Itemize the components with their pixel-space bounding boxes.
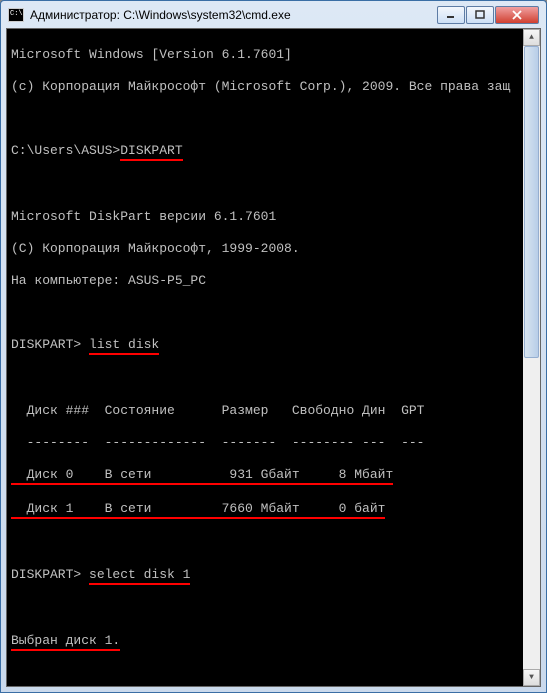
window-chrome: Администратор: C:\Windows\system32\cmd.e… [0, 0, 547, 693]
line: DISKPART> select disk 1 [11, 567, 519, 585]
prompt: DISKPART> [11, 337, 89, 352]
maximize-icon [475, 10, 485, 20]
vertical-scrollbar[interactable]: ▲ ▼ [523, 29, 540, 686]
line: DISKPART> list disk [11, 337, 519, 355]
window-buttons [437, 6, 539, 24]
close-button[interactable] [495, 6, 539, 24]
scroll-thumb[interactable] [524, 46, 539, 358]
scroll-down-button[interactable]: ▼ [523, 669, 540, 686]
minimize-icon [446, 10, 456, 20]
table-row: Диск 1 В сети 7660 Mбайт 0 байт [11, 501, 519, 519]
line: Microsoft DiskPart версии 6.1.7601 [11, 209, 519, 225]
cmd-icon [8, 8, 24, 22]
console-output: Microsoft Windows [Version 6.1.7601] (c)… [11, 31, 519, 684]
window-title: Администратор: C:\Windows\system32\cmd.e… [30, 8, 437, 22]
line: На компьютере: ASUS-P5_PC [11, 273, 519, 289]
disk-0-row: Диск 0 В сети 931 Gбайт 8 Mбайт [11, 467, 393, 485]
table-row: Диск 0 В сети 931 Gбайт 8 Mбайт [11, 467, 519, 485]
table-header: Диск ### Состояние Размер Свободно Дин G… [11, 403, 519, 419]
cmd-select-disk: select disk 1 [89, 567, 190, 585]
scroll-up-button[interactable]: ▲ [523, 29, 540, 46]
line: C:\Users\ASUS>DISKPART [11, 143, 519, 161]
line: Выбран диск 1. [11, 633, 519, 651]
minimize-button[interactable] [437, 6, 465, 24]
prompt: DISKPART> [11, 567, 89, 582]
console-area[interactable]: Microsoft Windows [Version 6.1.7601] (c)… [6, 28, 541, 687]
prompt: C:\Users\ASUS> [11, 143, 120, 158]
maximize-button[interactable] [466, 6, 494, 24]
title-bar[interactable]: Администратор: C:\Windows\system32\cmd.e… [6, 6, 541, 28]
table-sep: -------- ------------- ------- -------- … [11, 435, 519, 451]
line: (c) Корпорация Майкрософт (Microsoft Cor… [11, 79, 519, 95]
disk-1-row: Диск 1 В сети 7660 Mбайт 0 байт [11, 501, 385, 519]
cmd-diskpart: DISKPART [120, 143, 182, 161]
cmd-list-disk: list disk [89, 337, 159, 355]
line: Microsoft Windows [Version 6.1.7601] [11, 47, 519, 63]
close-icon [512, 10, 522, 20]
scroll-track[interactable] [523, 46, 540, 669]
line: (C) Корпорация Майкрософт, 1999-2008. [11, 241, 519, 257]
msg: Выбран диск 1. [11, 633, 120, 651]
